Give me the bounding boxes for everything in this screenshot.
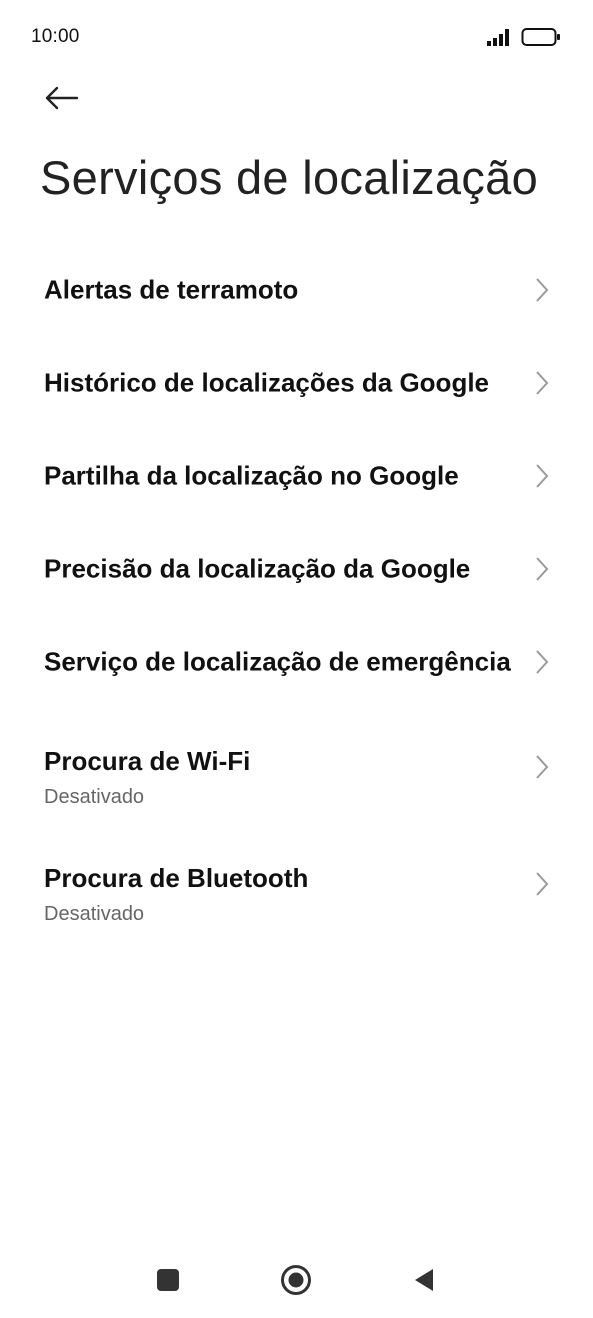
chevron-right-icon [536, 556, 549, 581]
recents-square-icon [157, 1269, 179, 1291]
status-bar: 10:00 [0, 0, 593, 74]
recents-button[interactable] [150, 1262, 186, 1298]
page-title: Serviços de localização [40, 151, 539, 204]
navigation-bar [0, 1240, 593, 1318]
list-item-google-location-accuracy[interactable]: Precisão da localização da Google [0, 522, 593, 615]
arrow-left-icon [45, 86, 79, 110]
list-item-label: Precisão da localização da Google [44, 553, 471, 583]
list-item-status: Desativado [44, 903, 145, 925]
list-item-google-location-history[interactable]: Histórico de localizações da Google [0, 336, 593, 429]
list-item-wifi-scanning[interactable]: Procura de Wi-Fi Desativado [0, 708, 593, 825]
battery-icon [521, 28, 560, 46]
home-circle-icon [281, 1265, 311, 1295]
chevron-right-icon [536, 649, 549, 674]
status-time: 10:00 [31, 26, 80, 47]
signal-icon [487, 29, 509, 46]
list-item-earthquake-alerts[interactable]: Alertas de terramoto [0, 243, 593, 336]
list-item-label: Procura de Bluetooth [44, 863, 309, 893]
chevron-right-icon [536, 871, 549, 896]
list-item-status: Desativado [44, 786, 145, 808]
settings-list: Alertas de terramoto Histórico de locali… [0, 243, 593, 942]
list-item-bluetooth-scanning[interactable]: Procura de Bluetooth Desativado [0, 825, 593, 942]
chevron-right-icon [536, 754, 549, 779]
list-item-label: Partilha da localização no Google [44, 460, 459, 490]
back-nav-button[interactable] [406, 1262, 442, 1298]
list-item-label: Alertas de terramoto [44, 274, 299, 304]
list-item-label: Procura de Wi-Fi [44, 746, 251, 776]
list-item-label: Serviço de localização de emergência [44, 646, 511, 676]
chevron-right-icon [536, 463, 549, 488]
list-item-emergency-location-service[interactable]: Serviço de localização de emergência [0, 615, 593, 708]
list-item-label: Histórico de localizações da Google [44, 367, 490, 397]
chevron-right-icon [536, 370, 549, 395]
home-button[interactable] [278, 1262, 314, 1298]
back-button[interactable] [38, 78, 84, 118]
chevron-right-icon [536, 277, 549, 302]
list-item-google-location-sharing[interactable]: Partilha da localização no Google [0, 429, 593, 522]
back-triangle-icon [415, 1269, 433, 1291]
